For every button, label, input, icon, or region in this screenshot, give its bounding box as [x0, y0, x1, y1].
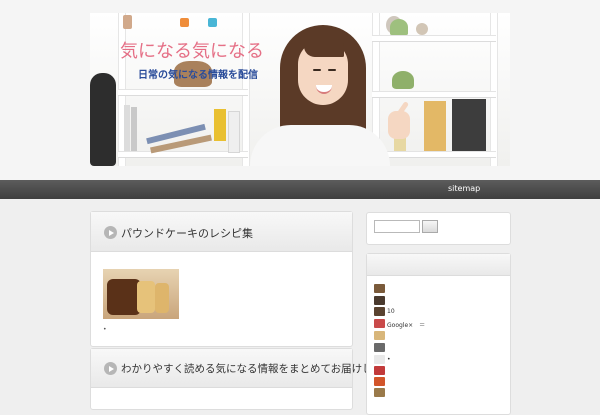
nav-sitemap-link[interactable]: sitemap [448, 184, 480, 193]
jar [123, 15, 132, 29]
recent-label[interactable]: 10 [387, 308, 395, 315]
cake-slice-dark [107, 279, 141, 315]
jar [180, 18, 189, 27]
cake-slice [137, 281, 155, 313]
post-card: パウンドケーキのレシピ集 • [90, 211, 353, 347]
book [131, 107, 137, 151]
post-title[interactable]: わかりやすく読める気になる情報をまとめてお届けします [121, 361, 394, 376]
recent-thumb[interactable] [374, 296, 385, 305]
eye [313, 69, 321, 71]
site-title[interactable]: 気になる気になる [120, 37, 264, 63]
recent-thumb[interactable] [374, 355, 385, 364]
vase [416, 23, 428, 35]
post-title[interactable]: パウンドケーキのレシピ集 [121, 225, 253, 241]
recent-thumb[interactable] [374, 388, 385, 397]
recent-thumb[interactable] [374, 343, 385, 352]
play-circle-icon [104, 226, 117, 239]
shelf-board [118, 89, 248, 96]
post-card-header: パウンドケーキのレシピ集 [91, 212, 352, 252]
plant [392, 71, 414, 89]
recent-thumb[interactable] [374, 331, 385, 340]
binders [452, 99, 486, 151]
post-thumbnail[interactable] [103, 269, 179, 319]
book [124, 105, 130, 151]
bangs [304, 39, 344, 57]
post-card: わかりやすく読める気になる情報をまとめてお届けします [90, 348, 394, 410]
header-banner[interactable]: 気になる気になる 日常の気になる情報を配信 [90, 13, 510, 166]
white-top [250, 125, 390, 166]
widget-header [367, 254, 510, 276]
jar [208, 18, 217, 27]
post-bullet: • [103, 326, 107, 333]
shelf-board [372, 35, 496, 42]
recent-thumb[interactable] [374, 377, 385, 386]
shelf-board [372, 91, 496, 98]
eye [328, 69, 336, 71]
plant [390, 19, 408, 35]
search-input[interactable] [374, 220, 420, 233]
recent-thumb[interactable] [374, 307, 385, 316]
search-button[interactable] [422, 220, 438, 233]
guitar-case [90, 73, 116, 166]
recent-thumb[interactable] [374, 284, 385, 293]
site-header: 気になる気になる 日常の気になる情報を配信 [0, 0, 600, 180]
recent-thumb[interactable] [374, 366, 385, 375]
recent-label[interactable]: Google× ＝ [387, 320, 425, 329]
cake-slice [155, 283, 169, 313]
book [214, 109, 226, 141]
recent-thumb[interactable] [374, 319, 385, 328]
recent-label[interactable]: • [387, 356, 391, 363]
shelf-board [372, 151, 496, 158]
book [228, 111, 240, 153]
bag [424, 101, 446, 151]
play-circle-icon [104, 362, 117, 375]
recent-posts-widget [366, 253, 511, 415]
post-card-header: わかりやすく読める気になる情報をまとめてお届けします [91, 349, 394, 388]
main-nav: sitemap [0, 180, 600, 199]
site-description: 日常の気になる情報を配信 [138, 70, 258, 81]
